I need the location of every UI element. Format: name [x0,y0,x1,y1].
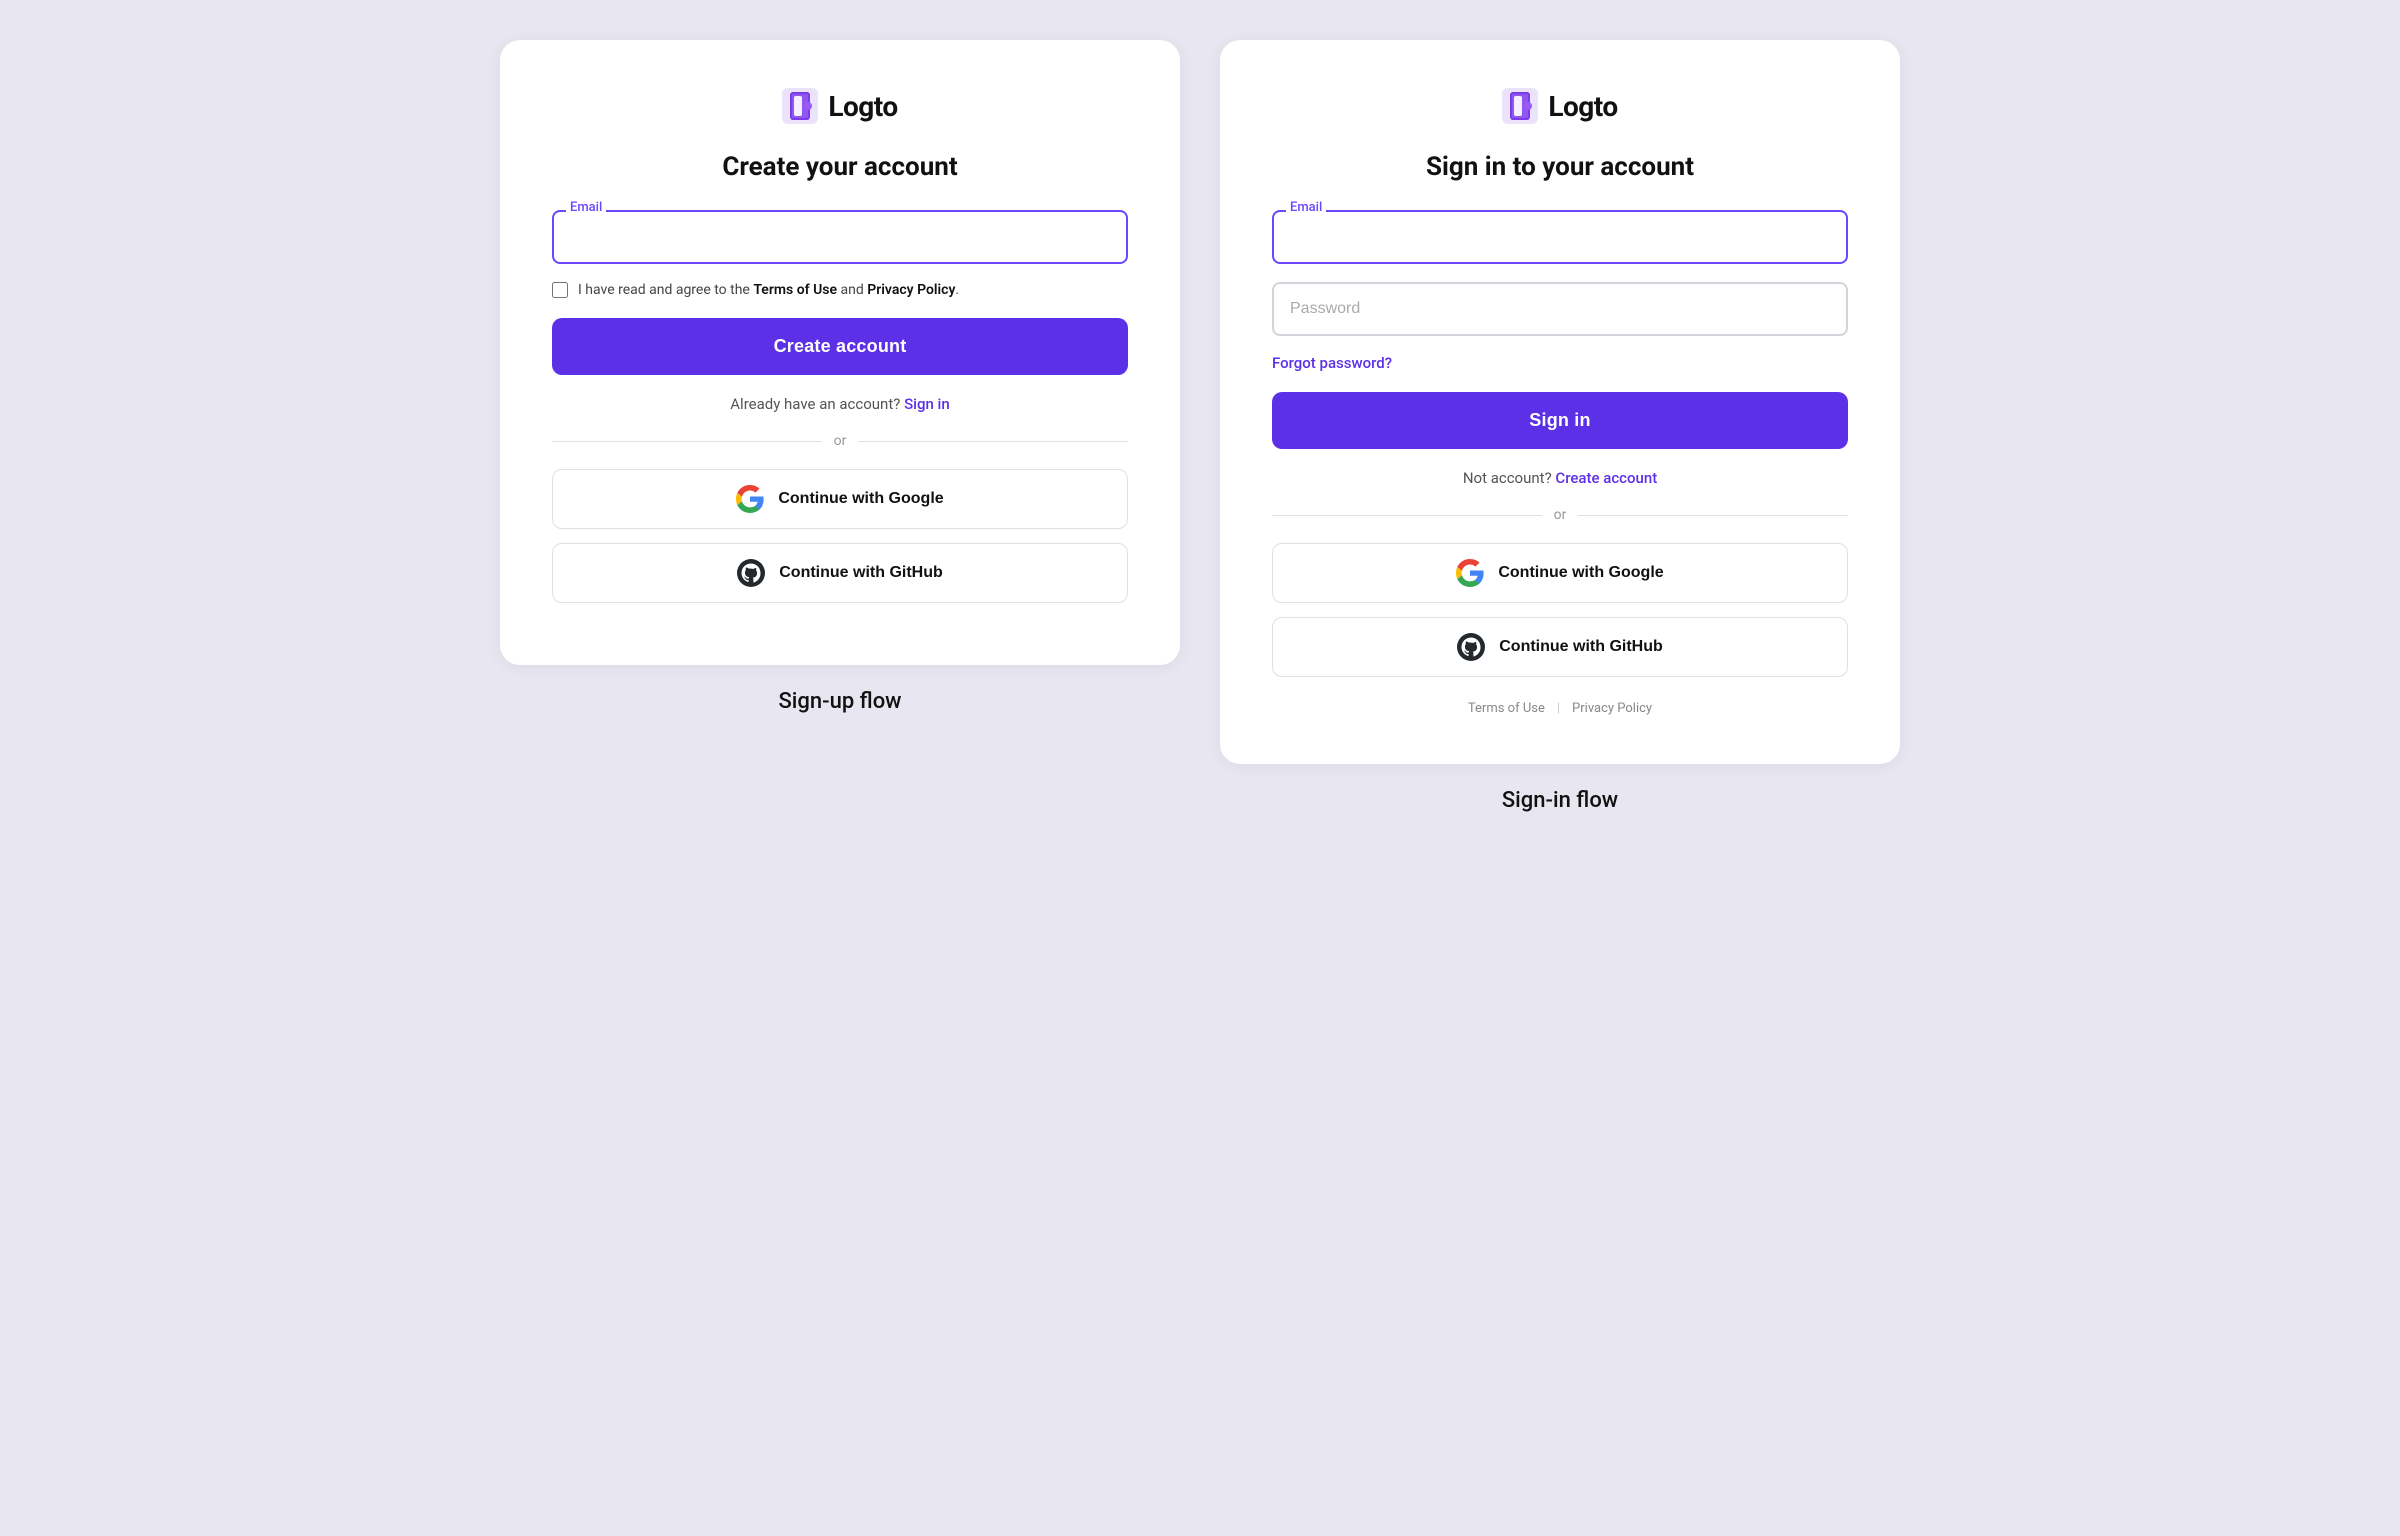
signup-terms-text: I have read and agree to the Terms of Us… [578,282,959,298]
signin-privacy-link[interactable]: Privacy Policy [1572,701,1652,716]
signup-email-input[interactable] [552,210,1128,264]
signup-logo-area: Logto [552,88,1128,124]
create-account-button[interactable]: Create account [552,318,1128,375]
signin-google-label: Continue with Google [1498,564,1663,582]
signin-google-icon [1456,559,1484,587]
signin-email-label: Email [1286,200,1326,215]
signup-signin-link[interactable]: Sign in [904,395,950,413]
signin-email-input[interactable] [1272,210,1848,264]
signin-google-button[interactable]: Continue with Google [1272,543,1848,603]
signin-logo-text: Logto [1548,90,1617,123]
forgot-password-link[interactable]: Forgot password? [1272,354,1848,372]
signin-flow-container: Logto Sign in to your account Email Forg… [1220,40,1900,813]
signin-button[interactable]: Sign in [1272,392,1848,449]
signup-divider: or [552,433,1128,449]
signin-github-icon [1457,633,1485,661]
signup-terms-row: I have read and agree to the Terms of Us… [552,282,1128,298]
signup-flow-container: Logto Create your account Email I have r… [500,40,1180,714]
github-icon [737,559,765,587]
signup-flow-label: Sign-up flow [778,689,901,714]
signin-terms-link[interactable]: Terms of Use [1468,701,1545,716]
signin-logto-logo-icon [1502,88,1538,124]
signup-github-label: Continue with GitHub [779,564,943,582]
signin-github-label: Continue with GitHub [1499,638,1663,656]
signup-google-label: Continue with Google [778,490,943,508]
signup-google-button[interactable]: Continue with Google [552,469,1128,529]
signup-privacy-link[interactable]: Privacy Policy [867,282,955,298]
signup-email-group: Email [552,210,1128,264]
signup-title: Create your account [552,152,1128,182]
signin-flow-label: Sign-in flow [1502,788,1618,813]
signup-github-button[interactable]: Continue with GitHub [552,543,1128,603]
logto-logo-icon [782,88,818,124]
signin-password-group [1272,282,1848,336]
signin-github-button[interactable]: Continue with GitHub [1272,617,1848,677]
signin-logo-area: Logto [1272,88,1848,124]
signin-footer-links: Terms of Use | Privacy Policy [1272,701,1848,716]
signin-create-link[interactable]: Create account [1555,469,1657,487]
signin-account-link-row: Not account? Create account [1272,469,1848,487]
signup-logo-text: Logto [828,90,897,123]
signin-title: Sign in to your account [1272,152,1848,182]
signup-terms-link[interactable]: Terms of Use [753,282,837,298]
google-icon [736,485,764,513]
signup-account-link-row: Already have an account? Sign in [552,395,1128,413]
signup-card: Logto Create your account Email I have r… [500,40,1180,665]
signin-email-group: Email [1272,210,1848,264]
signup-email-label: Email [566,200,606,215]
signin-password-input[interactable] [1272,282,1848,336]
signin-card: Logto Sign in to your account Email Forg… [1220,40,1900,764]
signup-terms-checkbox[interactable] [552,282,568,298]
signin-divider: or [1272,507,1848,523]
